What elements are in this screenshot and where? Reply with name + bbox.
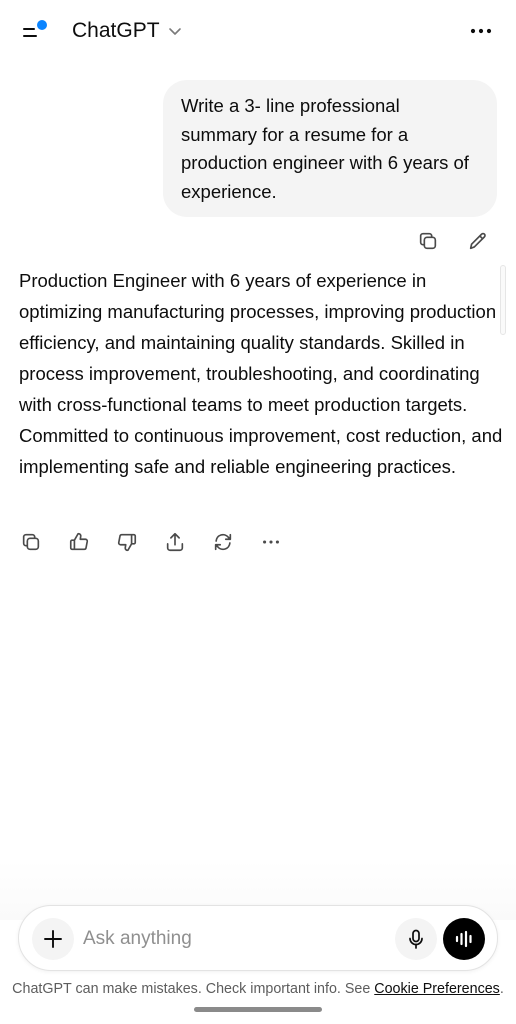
copy-button[interactable]: [19, 530, 43, 554]
more-horizontal-icon: [263, 540, 279, 544]
copy-icon: [22, 533, 40, 551]
good-response-button[interactable]: [67, 530, 91, 554]
user-message: Write a 3- line professional summary for…: [163, 80, 497, 217]
disclaimer-body: ChatGPT can make mistakes. Check importa…: [12, 981, 375, 997]
thumbs-down-icon: [117, 533, 137, 552]
more-options-button[interactable]: [468, 18, 494, 44]
regenerate-icon: [214, 533, 232, 551]
thumbs-up-icon: [69, 532, 89, 551]
prompt-input[interactable]: [83, 924, 383, 954]
attach-button[interactable]: [32, 918, 74, 960]
share-icon: [166, 532, 184, 552]
user-message-actions: [416, 229, 490, 253]
more-horizontal-icon: [470, 28, 492, 34]
scrollbar-thumb[interactable]: [500, 265, 506, 335]
voice-waveform-icon: [455, 930, 472, 948]
copy-icon: [419, 232, 437, 250]
share-button[interactable]: [163, 530, 187, 554]
dictate-button[interactable]: [395, 918, 437, 960]
disclaimer-text: ChatGPT can make mistakes. Check importa…: [0, 981, 516, 997]
disclaimer-suffix: .: [499, 981, 504, 997]
sidebar-menu-icon: [23, 20, 47, 37]
assistant-message-actions: [19, 530, 283, 554]
chevron-down-icon: [168, 28, 181, 35]
top-bar: ChatGPT: [0, 0, 516, 62]
bad-response-button[interactable]: [115, 530, 139, 554]
cookie-preferences-link[interactable]: Cookie Preferences: [374, 981, 500, 997]
sidebar-menu-button[interactable]: [20, 16, 52, 46]
plus-icon: [44, 930, 62, 948]
edit-icon: [469, 232, 486, 250]
more-actions-button[interactable]: [259, 530, 283, 554]
model-selector[interactable]: ChatGPT: [72, 19, 182, 43]
regenerate-button[interactable]: [211, 530, 235, 554]
copy-button[interactable]: [416, 229, 440, 253]
voice-mode-button[interactable]: [443, 918, 485, 960]
message-composer: [18, 905, 498, 971]
edit-button[interactable]: [466, 229, 490, 253]
assistant-message: Production Engineer with 6 years of expe…: [19, 270, 503, 477]
app-title: ChatGPT: [72, 19, 160, 42]
microphone-icon: [409, 929, 423, 949]
home-indicator[interactable]: [194, 1007, 322, 1012]
